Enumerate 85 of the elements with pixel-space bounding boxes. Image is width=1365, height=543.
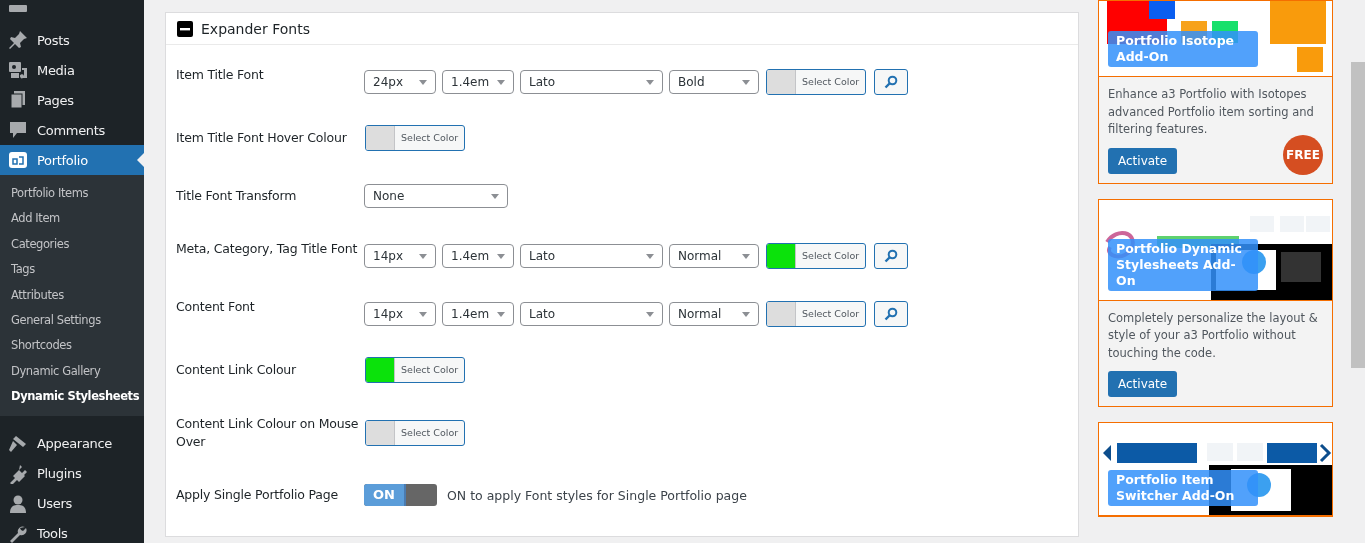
field-label: Apply Single Portfolio Page xyxy=(176,486,339,504)
submenu-item[interactable]: Portfolio Items xyxy=(0,181,144,207)
user-icon xyxy=(8,493,28,514)
color-picker-button[interactable]: Select Color xyxy=(365,357,466,383)
submenu-item[interactable]: Dynamic Stylesheets xyxy=(0,384,144,410)
help-text: ON to apply Font styles for Single Portfolio page xyxy=(447,487,747,503)
wrench-icon xyxy=(8,523,28,543)
color-picker-button[interactable]: Select Color xyxy=(365,125,466,151)
field-label: Meta, Category, Tag Title Font xyxy=(176,240,359,258)
dropdown[interactable]: 14px xyxy=(364,244,436,268)
pages-icon xyxy=(8,90,28,110)
menu-item[interactable]: Portfolio xyxy=(0,145,144,175)
caret-icon xyxy=(419,311,427,317)
menu-item[interactable]: Plugins xyxy=(0,458,144,489)
caret-icon xyxy=(497,79,505,85)
color-picker-button[interactable]: Select Color xyxy=(766,301,867,327)
search-icon xyxy=(884,307,899,321)
menu-item[interactable]: Tools xyxy=(0,518,144,543)
caret-icon xyxy=(646,79,654,85)
caret-icon xyxy=(742,311,750,317)
scrollbar-thumb[interactable] xyxy=(1351,62,1365,368)
submenu-item[interactable]: Shortcodes xyxy=(0,333,144,359)
dropdown[interactable]: 1.4em xyxy=(442,302,514,326)
field-label: Item Title Font xyxy=(176,66,265,84)
plug-icon xyxy=(8,463,28,484)
field-label: Content Font xyxy=(176,298,256,316)
menu-item[interactable]: Appearance xyxy=(0,428,144,459)
field-label: Title Font Transform xyxy=(176,187,298,205)
submenu-item[interactable]: Categories xyxy=(0,231,144,258)
dropdown[interactable]: Bold xyxy=(669,70,759,94)
preview-button[interactable] xyxy=(874,243,909,269)
submenu-item[interactable]: Attributes xyxy=(0,282,144,308)
free-badge: FREE xyxy=(1283,134,1323,175)
caret-icon xyxy=(646,253,654,259)
pushpin-icon xyxy=(8,30,28,50)
dropdown[interactable]: Normal xyxy=(669,302,759,326)
caret-icon xyxy=(646,311,654,317)
speech-bubble-icon xyxy=(8,120,28,140)
field-label: Content Link Colour xyxy=(176,361,298,379)
caret-icon xyxy=(491,193,499,199)
a3-logo-icon xyxy=(8,150,28,170)
addon-title: Portfolio Item Switcher Add-On xyxy=(1108,470,1258,506)
dropdown[interactable]: 1.4em xyxy=(442,70,514,94)
caret-icon xyxy=(419,253,427,259)
preview-button[interactable] xyxy=(874,301,909,327)
submenu-item[interactable]: Dynamic Gallery xyxy=(0,358,144,385)
caret-icon xyxy=(742,253,750,259)
menu-item[interactable]: Users xyxy=(0,488,144,519)
dropdown[interactable]: 14px xyxy=(364,302,436,326)
paintbrush-icon xyxy=(8,433,28,454)
section-title: Expander Fonts xyxy=(201,20,310,37)
submenu-item[interactable]: Tags xyxy=(0,257,144,283)
search-icon xyxy=(884,249,899,263)
dropdown[interactable]: Lato xyxy=(520,244,663,268)
dropdown[interactable]: Lato xyxy=(520,302,663,326)
caret-icon xyxy=(497,311,505,317)
color-picker-button[interactable]: Select Color xyxy=(766,243,867,269)
caret-icon xyxy=(497,253,505,259)
dropdown[interactable]: 24px xyxy=(364,70,436,94)
submenu-item[interactable]: General Settings xyxy=(0,307,144,334)
search-icon xyxy=(884,75,899,89)
addon-title: Portfolio Dynamic Stylesheets Add-On xyxy=(1108,238,1258,291)
media-icon xyxy=(8,60,28,80)
field-label: Item Title Font Hover Colour xyxy=(176,129,348,147)
caret-icon xyxy=(742,79,750,85)
menu-item[interactable]: Pages xyxy=(0,85,144,115)
menu-item[interactable]: Posts xyxy=(0,25,144,55)
addon-description: Completely personalize the layout & style of your a3 Portfolio without touching the code. xyxy=(1108,309,1319,362)
preview-button[interactable] xyxy=(874,69,909,95)
dropdown[interactable]: 1.4em xyxy=(442,244,514,268)
activate-button[interactable]: Activate xyxy=(1108,371,1178,397)
color-picker-button[interactable]: Select Color xyxy=(365,419,466,446)
field-label: Content Link Colour on Mouse Over xyxy=(176,414,360,451)
dashboard-icon xyxy=(8,5,28,12)
dropdown[interactable]: Normal xyxy=(669,244,759,268)
dropdown[interactable]: Lato xyxy=(520,70,663,94)
activate-button[interactable]: Activate xyxy=(1108,147,1178,174)
collapse-icon[interactable] xyxy=(177,20,193,37)
dropdown[interactable]: None xyxy=(364,184,508,208)
addon-title: Portfolio Isotope Add-On xyxy=(1108,31,1258,67)
color-picker-button[interactable]: Select Color xyxy=(766,69,867,95)
menu-item[interactable]: Comments xyxy=(0,115,144,145)
caret-icon xyxy=(419,79,427,85)
menu-item[interactable]: Media xyxy=(0,55,144,85)
submenu-item[interactable]: Add Item xyxy=(0,206,144,232)
